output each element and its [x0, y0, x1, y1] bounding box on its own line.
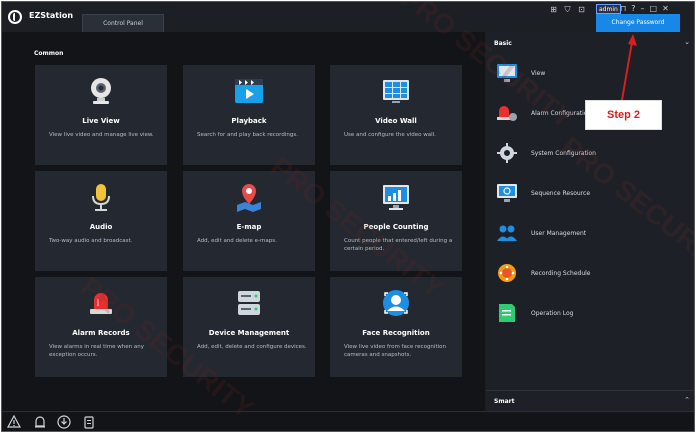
chart-monitor-icon [383, 185, 409, 210]
minimize-icon[interactable]: – [641, 4, 645, 14]
system-icons: ⊞ ⛉ ⊡ [548, 4, 587, 16]
alarm-light-icon [90, 293, 112, 314]
maximize-icon[interactable]: □ [650, 4, 658, 14]
title-bar: EZStation Control Panel ⊞ ⛉ ⊡ admin ⊓ ? … [2, 2, 694, 32]
playback-icon [235, 79, 263, 103]
card-desc: View live video from face recognition ca… [344, 344, 446, 358]
clipboard-icon[interactable] [82, 415, 96, 429]
alarm-bell-icon[interactable] [33, 415, 47, 429]
section-title-common: Common [34, 50, 64, 57]
video-wall-icon [383, 80, 409, 103]
window-controls: ⊓ ? – □ ✕ [620, 4, 669, 14]
card-title: Face Recognition [362, 329, 430, 337]
warning-icon[interactable] [7, 415, 21, 429]
shirt-icon[interactable]: ⛉ [562, 5, 573, 15]
gear-icon [497, 143, 517, 163]
sidebar-item-view[interactable]: View [494, 62, 684, 88]
app-title: EZStation [29, 11, 74, 20]
card-live-view[interactable]: Live View View live video and manage liv… [35, 65, 167, 165]
card-audio[interactable]: Audio Two-way audio and broadcast. [35, 171, 167, 271]
card-title: People Counting [363, 223, 429, 231]
sidebar-item-label: Operation Log [531, 310, 574, 317]
annotation-arrow [621, 34, 637, 101]
card-desc: Add, edit, delete and configure devices. [197, 344, 307, 350]
sidebar-item-user-management[interactable]: User Management [494, 222, 684, 248]
card-title: Device Management [208, 329, 290, 337]
monitor-icon [497, 64, 517, 82]
change-password-button[interactable]: Change Password [596, 14, 680, 32]
card-desc: Two-way audio and broadcast. [49, 238, 133, 244]
card-e-map[interactable]: E-map Add, edit and delete e-maps. [183, 171, 315, 271]
expand-chevron-icon[interactable]: ⌃ [684, 396, 690, 404]
user-badge[interactable]: admin [596, 4, 621, 14]
grid-icon[interactable]: ⊡ [576, 5, 587, 15]
ezstation-logo-icon [8, 10, 22, 24]
card-face-recognition[interactable]: Face Recognition View live video from fa… [330, 277, 462, 377]
card-desc: Search for and play back recordings. [197, 132, 298, 138]
card-title: E-map [236, 223, 262, 231]
card-title: Playback [231, 117, 267, 125]
card-title: Video Wall [375, 117, 417, 125]
collapse-chevron-icon[interactable]: ⌄ [684, 38, 690, 46]
tab-control-panel[interactable]: Control Panel [82, 14, 164, 32]
sidebar-item-label: Alarm Configuration [531, 110, 592, 117]
layout-icon[interactable]: ⊞ [548, 5, 559, 15]
card-desc: View alarms in real time when any except… [49, 344, 145, 358]
sidebar-item-label: Sequence Resource [531, 190, 591, 197]
card-alarm-records[interactable]: Alarm Records View alarms in real time w… [35, 277, 167, 377]
card-title: Alarm Records [72, 329, 130, 337]
help-icon[interactable]: ? [631, 4, 635, 14]
close-icon[interactable]: ✕ [662, 4, 669, 14]
sidebar-item-label: User Management [531, 230, 587, 237]
basic-sidebar: Basic ⌄ View Alarm Configuration System … [486, 32, 694, 411]
card-title: Live View [82, 117, 120, 125]
card-video-wall[interactable]: Video Wall Use and configure the video w… [330, 65, 462, 165]
sidebar-item-recording-schedule[interactable]: Recording Schedule [494, 262, 684, 288]
sidebar-item-label: System Configuration [531, 150, 596, 157]
camera-icon [91, 78, 111, 104]
card-desc: Add, edit and delete e-maps. [197, 238, 277, 244]
card-title: Audio [89, 223, 113, 231]
sidebar-section-smart: Smart [494, 398, 515, 405]
card-device-management[interactable]: Device Management Add, edit, delete and … [183, 277, 315, 377]
map-pin-icon [237, 184, 261, 212]
card-desc: View live video and manage live view. [49, 132, 154, 138]
card-playback[interactable]: Playback Search for and play back record… [183, 65, 315, 165]
sidebar-footer[interactable]: Smart ⌃ [486, 390, 694, 411]
log-icon [499, 304, 515, 322]
status-bar [2, 411, 694, 431]
sidebar-item-label: Recording Schedule [531, 270, 591, 277]
app-window: EZStation Control Panel ⊞ ⛉ ⊡ admin ⊓ ? … [1, 1, 695, 432]
sidebar-item-operation-log[interactable]: Operation Log [494, 302, 684, 328]
card-people-counting[interactable]: People Counting Count people that entere… [330, 171, 462, 271]
alarm-config-icon [497, 106, 517, 121]
card-desc: Use and configure the video wall. [344, 132, 436, 138]
card-desc: Count people that entered/left during a … [344, 238, 453, 252]
sidebar-item-sequence-resource[interactable]: Sequence Resource [494, 182, 684, 208]
common-panel: Common Live View View live video and man… [2, 32, 485, 411]
server-icon [238, 291, 260, 315]
lock-icon[interactable]: ⊓ [620, 4, 626, 14]
sidebar-section-basic: Basic [494, 40, 512, 47]
sequence-icon [497, 184, 517, 202]
users-icon [497, 225, 517, 241]
microphone-icon [92, 184, 110, 211]
sidebar-item-label: View [531, 70, 546, 77]
sidebar-item-system-configuration[interactable]: System Configuration [494, 142, 684, 168]
schedule-icon [498, 264, 516, 282]
face-recognition-icon [383, 290, 409, 316]
download-icon[interactable] [57, 415, 71, 429]
step-2-label: Step 2 [585, 100, 662, 130]
